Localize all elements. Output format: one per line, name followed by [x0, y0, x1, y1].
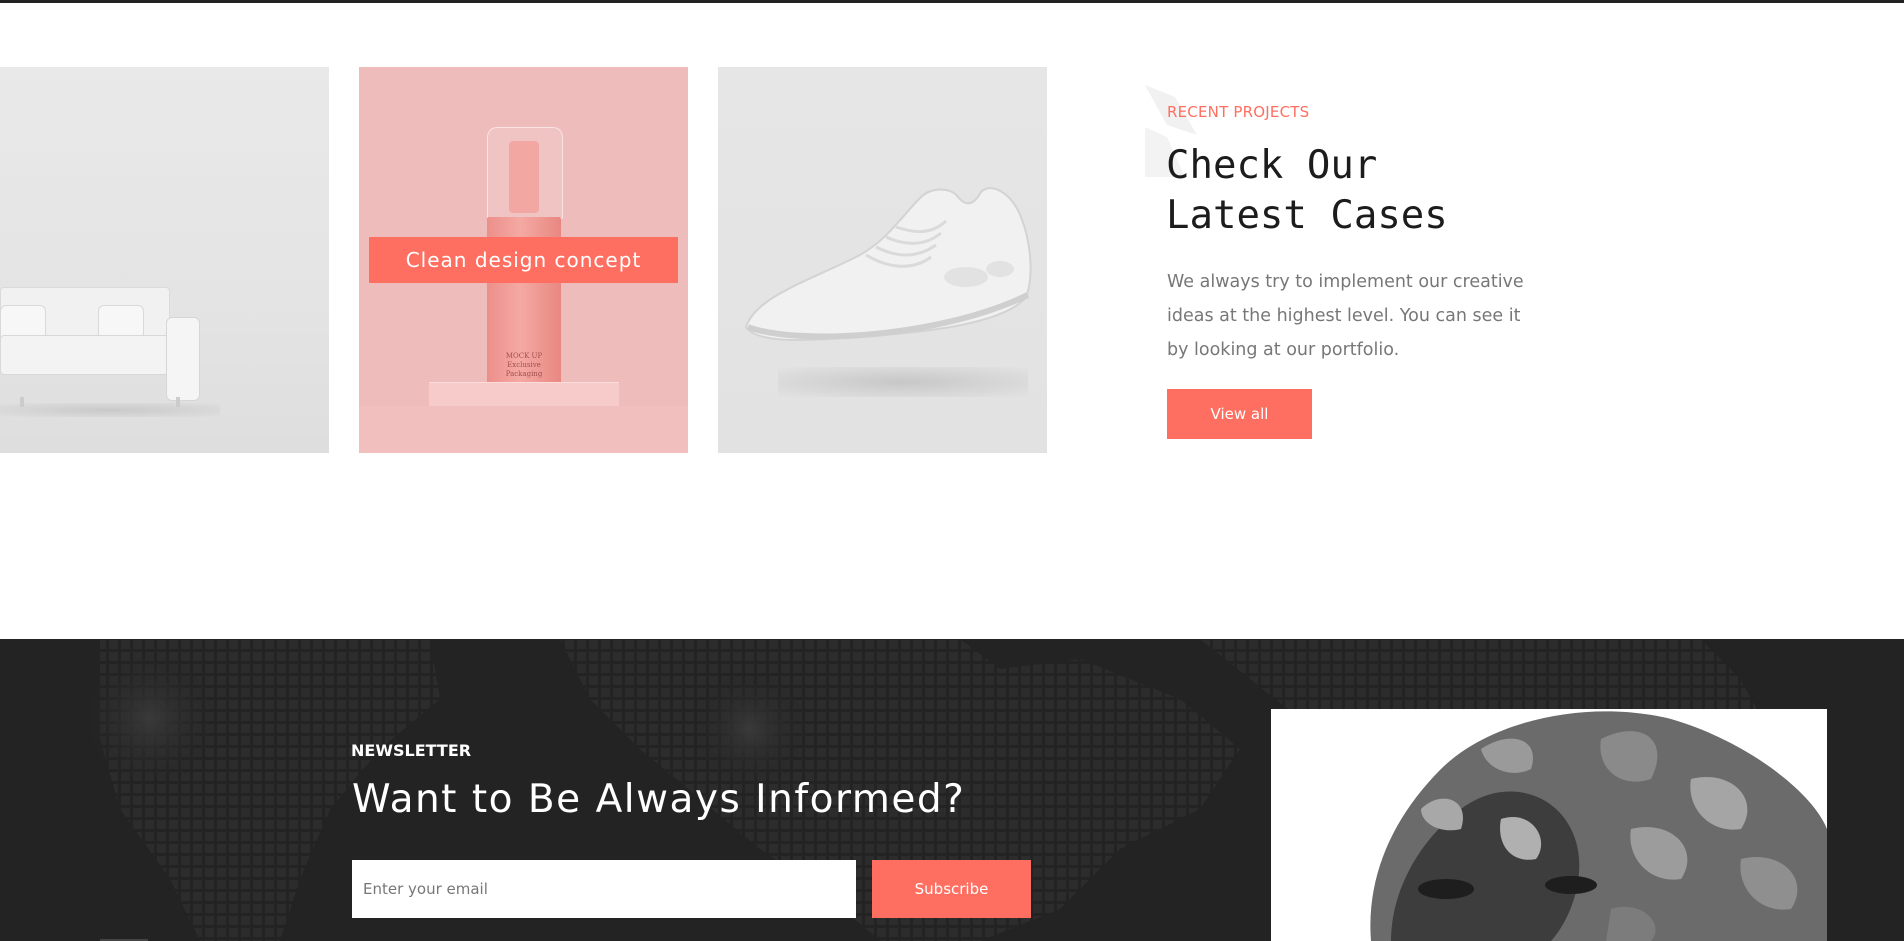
section-eyebrow: RECENT PROJECTS	[1167, 103, 1310, 121]
view-all-button[interactable]: View all	[1167, 389, 1312, 439]
section-description: We always try to implement our creative …	[1167, 272, 1524, 360]
portrait-illustration	[1271, 709, 1827, 941]
newsletter-title: Want to Be Always Informed?	[352, 777, 966, 822]
pedestal-top	[429, 382, 619, 407]
section-headline: Check Our Latest Cases	[1166, 141, 1586, 241]
headline-line-1: Check Our	[1166, 143, 1378, 188]
project-title-banner[interactable]: Clean design concept	[369, 237, 678, 283]
page: MOCK UP Exclusive Packaging Clean design…	[0, 0, 1904, 941]
email-input[interactable]	[352, 860, 856, 918]
headline-line-2: Latest Cases	[1166, 193, 1448, 238]
sofa-arm	[166, 317, 200, 401]
newsletter-eyebrow: NEWSLETTER	[351, 741, 472, 760]
subscribe-button[interactable]: Subscribe	[872, 860, 1031, 918]
sofa-leg	[176, 397, 180, 407]
double-exposure-portrait-image	[1271, 709, 1827, 941]
project-card-sneaker[interactable]	[718, 67, 1047, 453]
sofa-leg	[20, 397, 24, 407]
sofa-seat	[0, 335, 180, 375]
bottle-pump	[509, 141, 539, 213]
project-card-bottle[interactable]: MOCK UP Exclusive Packaging Clean design…	[359, 67, 688, 453]
sofa-shadow	[0, 403, 220, 417]
project-card-sofa[interactable]	[0, 67, 329, 453]
recent-projects-section: MOCK UP Exclusive Packaging Clean design…	[0, 3, 1904, 639]
sneaker-illustration	[744, 187, 1032, 341]
pedestal-base	[359, 406, 688, 453]
shoe-shadow	[778, 367, 1028, 397]
newsletter-section: NEWSLETTER Want to Be Always Informed? S…	[0, 639, 1904, 941]
bottle-label: MOCK UP Exclusive Packaging	[505, 352, 543, 378]
